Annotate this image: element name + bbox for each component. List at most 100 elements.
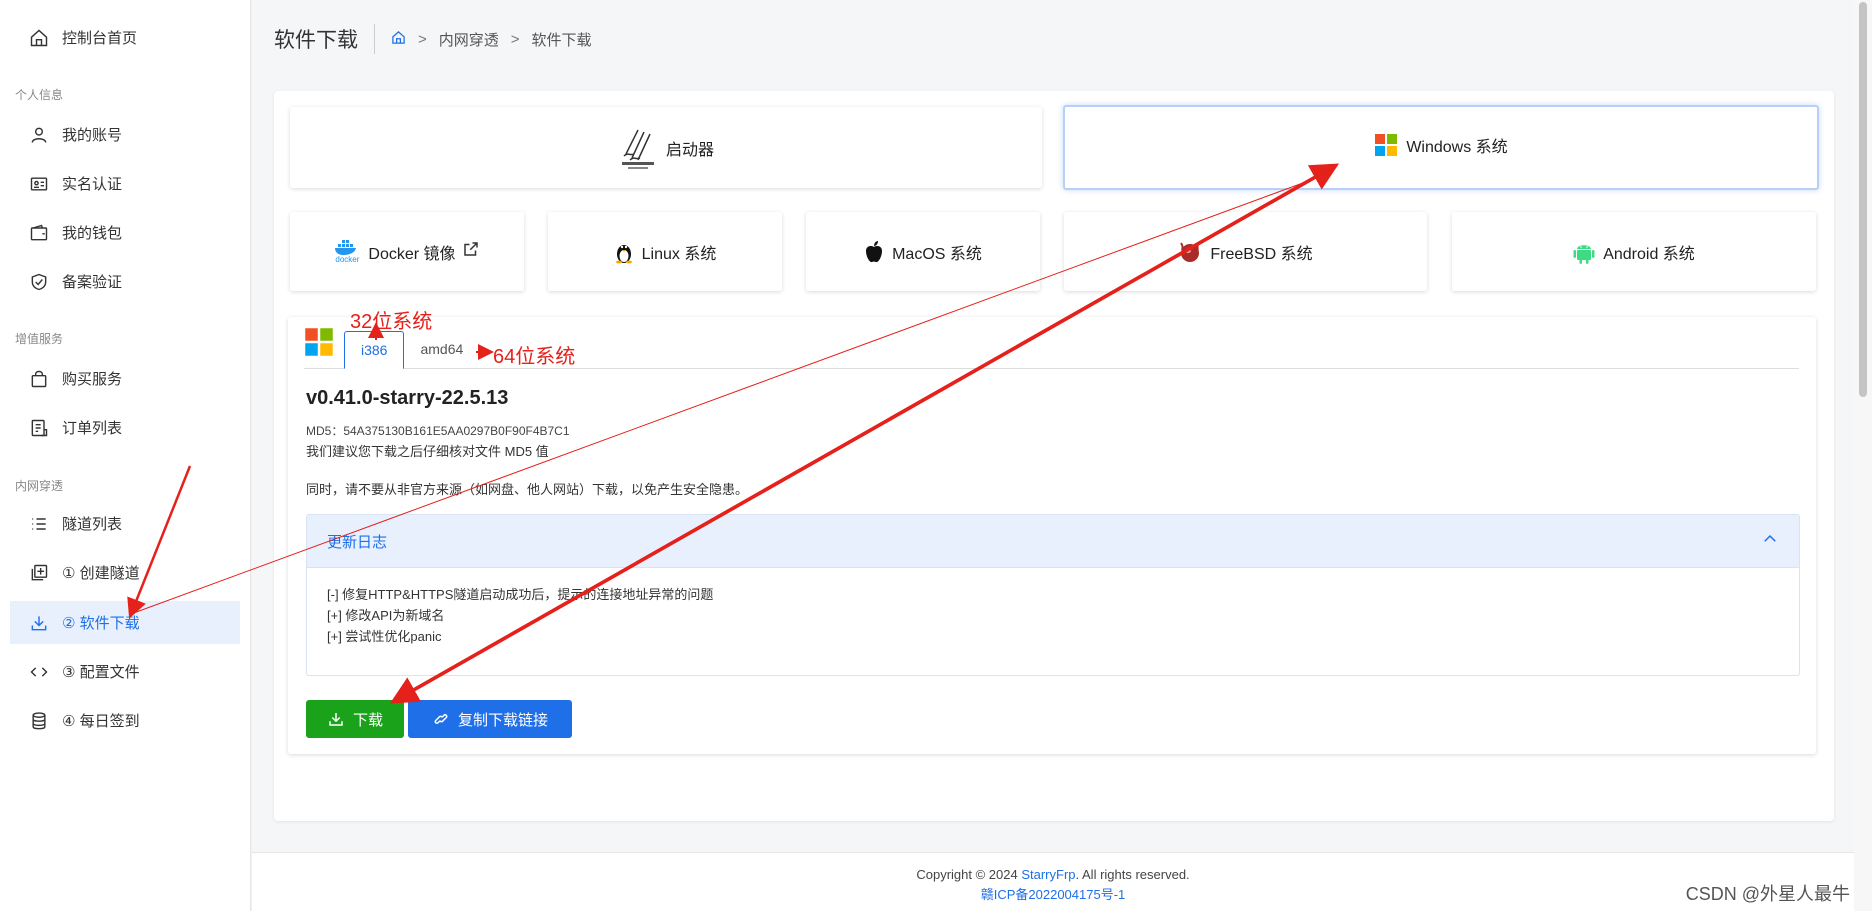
sidebar-item-wallet[interactable]: 我的钱包 [10, 211, 240, 254]
nav-group-tunnel: 内网穿透 [15, 479, 64, 493]
sidebar-item-buy[interactable]: 购买服务 [10, 357, 240, 400]
annotation-32bit: 32位系统 [350, 311, 433, 333]
os-card-label: MacOS 系统 [892, 245, 982, 263]
sidebar-item-label: ② 软件下载 [62, 615, 140, 632]
download-button-label: 下载 [352, 711, 383, 729]
copyright: Copyright © 2024 StarryFrp. All rights r… [252, 865, 1854, 885]
os-card-android[interactable]: Android 系统 [1452, 212, 1816, 291]
download-icon [28, 612, 50, 634]
annotation-64bit: 64位系统 [493, 346, 576, 368]
wallet-icon [28, 222, 50, 244]
sidebar-item-label: 控制台首页 [62, 30, 138, 47]
list-icon [28, 513, 50, 535]
os-card-windows[interactable]: Windows 系统 [1063, 105, 1819, 190]
changelog-item: [+] 尝试性优化panic [327, 629, 442, 644]
sidebar-item-config[interactable]: ③ 配置文件 [10, 650, 240, 693]
footer: Copyright © 2024 StarryFrp. All rights r… [252, 852, 1854, 911]
external-link-icon [456, 240, 480, 263]
sidebar-item-checkin[interactable]: ④ 每日签到 [10, 699, 240, 742]
sidebar-item-create[interactable]: ① 创建隧道 [10, 551, 240, 594]
os-card-label: 启动器 [665, 141, 714, 159]
android-logo-icon [1573, 240, 1595, 264]
freebsd-logo-icon [1178, 240, 1202, 264]
page-scrollbar[interactable] [1854, 0, 1872, 911]
changelog-title: 更新日志 [327, 533, 388, 551]
breadcrumb-tunnel[interactable]: 内网穿透 [439, 29, 499, 50]
os-card-label: FreeBSD 系统 [1210, 245, 1313, 263]
sidebar-item-label: ③ 配置文件 [62, 664, 140, 681]
chevron-right-icon: > [510, 30, 520, 48]
code-icon [28, 661, 50, 683]
sidebar-item-tunnels[interactable]: 隧道列表 [10, 502, 240, 545]
sidebar-item-download[interactable]: ② 软件下载 [10, 601, 240, 644]
link-icon [434, 714, 448, 724]
copyright-text: Copyright © 2024 [916, 867, 1022, 882]
tab-i386[interactable]: i386 [344, 331, 405, 369]
sidebar-item-account[interactable]: 我的账号 [10, 113, 240, 156]
copy-link-button[interactable]: 复制下载链接 [408, 700, 572, 738]
apple-logo-icon [864, 240, 884, 264]
home-icon [28, 27, 50, 49]
windows-logo-icon [1374, 133, 1398, 157]
id-card-icon [28, 173, 50, 195]
sidebar-item-home[interactable]: 控制台首页 [10, 16, 240, 59]
icp-link[interactable]: 赣ICP备2022004175号-1 [981, 887, 1126, 902]
sidebar-item-label: 订单列表 [62, 420, 123, 437]
sidebar-item-label: 实名认证 [62, 176, 123, 193]
bag-icon [28, 368, 50, 390]
chevron-up-icon[interactable] [1761, 530, 1779, 552]
sidebar-item-realname[interactable]: 实名认证 [10, 162, 240, 205]
user-icon [28, 124, 50, 146]
os-card-freebsd[interactable]: FreeBSD 系统 [1064, 212, 1427, 291]
watermark: CSDN @外星人最牛 [1685, 884, 1850, 904]
main-content: 软件下载 > 内网穿透 > 软件下载 启动器 Windows 系统 docker… [252, 0, 1854, 911]
security-tip: 同时，请不要从非官方来源（如网盘、他人网站）下载，以免产生安全隐患。 [306, 482, 749, 497]
sidebar-item-label: 购买服务 [62, 371, 123, 388]
scrollbar-thumb[interactable] [1859, 2, 1867, 397]
changelog-panel: 更新日志 [-] 修复HTTP&HTTPS隧道启动成功后，提示的连接地址异常的问… [306, 514, 1800, 676]
page-title: 软件下载 [274, 24, 375, 54]
linux-penguin-icon [614, 240, 634, 264]
nav-group-value: 增值服务 [15, 332, 64, 346]
sidebar-item-label: 我的账号 [62, 127, 123, 144]
brand-link[interactable]: StarryFrp [1021, 867, 1075, 882]
release-detail: i386 amd64 v0.41.0-starry-22.5.13 MD5：54… [288, 317, 1816, 754]
sidebar-item-filing[interactable]: 备案验证 [10, 260, 240, 303]
topbar: 软件下载 > 内网穿透 > 软件下载 [252, 0, 1854, 78]
changelog-item: [+] 修改API为新域名 [327, 608, 445, 623]
download-button[interactable]: 下载 [306, 700, 404, 738]
tab-amd64[interactable]: amd64 [404, 330, 479, 368]
os-card-label: Android 系统 [1603, 245, 1695, 263]
sidebar-item-label: 我的钱包 [62, 225, 123, 242]
order-list-icon [28, 417, 50, 439]
sidebar-item-orders[interactable]: 订单列表 [10, 406, 240, 449]
sidebar-item-label: 隧道列表 [62, 516, 123, 533]
changelog-item: [-] 修复HTTP&HTTPS隧道启动成功后，提示的连接地址异常的问题 [327, 587, 714, 602]
os-card-macos[interactable]: MacOS 系统 [806, 212, 1040, 291]
md5-tip: 我们建议您下载之后仔细核对文件 MD5 值 [306, 444, 549, 459]
nav-group-personal: 个人信息 [15, 88, 64, 102]
os-card-label: Linux 系统 [641, 245, 717, 263]
sidebar-item-label: 备案验证 [62, 274, 123, 291]
changelog-header[interactable]: 更新日志 [307, 515, 1799, 568]
os-card-docker[interactable]: docker Docker 镜像 [290, 212, 524, 291]
docker-logo-icon: docker [334, 239, 360, 264]
windows-logo-icon [304, 327, 334, 362]
os-card-label: Windows 系统 [1406, 139, 1508, 156]
starryfrp-logo-icon [618, 124, 658, 172]
copy-link-button-label: 复制下载链接 [457, 711, 548, 729]
download-icon [329, 713, 343, 726]
sidebar-item-label: ④ 每日签到 [62, 713, 140, 730]
breadcrumb-download: 软件下载 [531, 31, 592, 49]
os-card-label: Docker 镜像 [368, 245, 456, 263]
sidebar-item-label: ① 创建隧道 [62, 565, 140, 582]
os-card-linux[interactable]: Linux 系统 [548, 212, 782, 291]
docker-logo-text: docker [335, 255, 360, 264]
md5-text: MD5：54A375130B161E5AA0297B0F90F4B7C1 [306, 424, 570, 438]
version-title: v0.41.0-starry-22.5.13 [306, 387, 509, 409]
copyright-text: . All rights reserved. [1075, 867, 1190, 882]
breadcrumb: > 内网穿透 > 软件下载 [391, 29, 592, 50]
os-card-launcher[interactable]: 启动器 [290, 107, 1042, 188]
add-box-icon [28, 562, 50, 584]
home-icon[interactable] [391, 30, 406, 49]
